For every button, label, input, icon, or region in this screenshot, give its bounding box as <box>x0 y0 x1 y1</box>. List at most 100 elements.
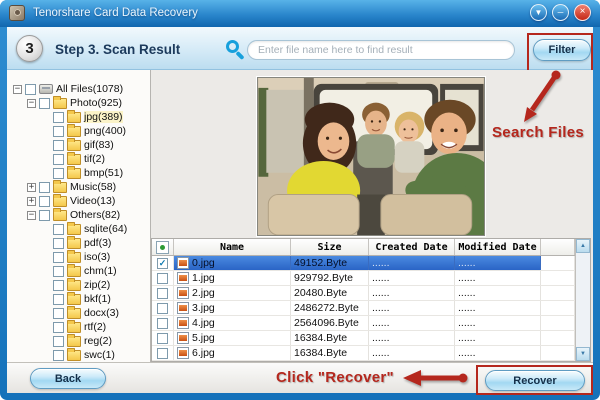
window-title: Tenorshare Card Data Recovery <box>33 0 198 26</box>
minimize-button[interactable]: ─ <box>552 4 569 21</box>
tree-item-iso[interactable]: iso(3) <box>7 250 150 264</box>
content-area: − All Files(1078) − Photo(925) jpg(389) … <box>7 70 593 362</box>
row-checkbox[interactable] <box>157 348 168 359</box>
tree-item-label: All Files(1078) <box>56 83 123 95</box>
table-row[interactable]: 6.jpg 16384.Byte ...... ...... <box>152 346 575 361</box>
tree-item-reg[interactable]: reg(2) <box>7 334 150 348</box>
expander-icon[interactable]: − <box>13 85 22 94</box>
table-row[interactable]: 3.jpg 2486272.Byte ...... ...... <box>152 301 575 316</box>
tree-checkbox[interactable] <box>53 126 64 137</box>
folder-icon <box>53 98 67 109</box>
column-header-name[interactable]: Name <box>174 239 291 255</box>
tree-item-tif[interactable]: tif(2) <box>7 152 150 166</box>
expander-icon[interactable]: + <box>27 183 36 192</box>
folder-icon <box>67 168 81 179</box>
tree-item-jpg[interactable]: jpg(389) <box>7 110 150 124</box>
expander-icon[interactable]: − <box>27 99 36 108</box>
image-file-icon <box>177 317 189 329</box>
tree-item-pdf[interactable]: pdf(3) <box>7 236 150 250</box>
tree-checkbox[interactable] <box>53 294 64 305</box>
tree-item-swc[interactable]: swc(1) <box>7 348 150 362</box>
tree-checkbox[interactable] <box>53 140 64 151</box>
row-checkbox[interactable]: ✓ <box>157 258 168 269</box>
tree-item-photo[interactable]: − Photo(925) <box>7 96 150 110</box>
tree-item-sqlite[interactable]: sqlite(64) <box>7 222 150 236</box>
tree-item-video[interactable]: + Video(13) <box>7 194 150 208</box>
image-file-icon <box>177 332 189 344</box>
folder-icon <box>67 224 81 235</box>
table-scrollbar[interactable]: ▲ ▼ <box>575 239 590 361</box>
expander-icon[interactable]: + <box>27 197 36 206</box>
tree-item-label: Video(13) <box>70 195 115 207</box>
tree-checkbox[interactable] <box>53 112 64 123</box>
tree-checkbox[interactable] <box>53 322 64 333</box>
tree-item-music[interactable]: + Music(58) <box>7 180 150 194</box>
tree-checkbox[interactable] <box>25 84 36 95</box>
tree-checkbox[interactable] <box>53 336 64 347</box>
file-name: 0.jpg <box>192 257 215 269</box>
table-row[interactable]: 5.jpg 16384.Byte ...... ...... <box>152 331 575 346</box>
column-header-size[interactable]: Size <box>291 239 369 255</box>
recover-arrow <box>399 367 471 389</box>
select-all-cell[interactable] <box>152 239 174 255</box>
tree-checkbox[interactable] <box>53 252 64 263</box>
created-date: ...... <box>369 286 455 300</box>
tree-item-chm[interactable]: chm(1) <box>7 264 150 278</box>
tree-checkbox[interactable] <box>53 266 64 277</box>
expander-icon[interactable]: − <box>27 211 36 220</box>
tree-checkbox[interactable] <box>39 210 50 221</box>
file-name: 5.jpg <box>192 332 215 344</box>
row-checkbox[interactable] <box>157 303 168 314</box>
tree-item-docx[interactable]: docx(3) <box>7 306 150 320</box>
tree-checkbox[interactable] <box>53 168 64 179</box>
table-row[interactable]: 1.jpg 929792.Byte ...... ...... <box>152 271 575 286</box>
tree-checkbox[interactable] <box>53 154 64 165</box>
modified-date: ...... <box>455 256 541 270</box>
tree-checkbox[interactable] <box>53 308 64 319</box>
tree-item-bkf[interactable]: bkf(1) <box>7 292 150 306</box>
file-size: 16384.Byte <box>291 331 369 345</box>
row-checkbox[interactable] <box>157 318 168 329</box>
tree-checkbox[interactable] <box>53 280 64 291</box>
tree-item-label: bkf(1) <box>84 293 111 305</box>
tree-checkbox[interactable] <box>39 196 50 207</box>
tree-item-rtf[interactable]: rtf(2) <box>7 320 150 334</box>
menu-chevron-button[interactable]: ▼ <box>530 4 547 21</box>
table-row[interactable]: 4.jpg 2564096.Byte ...... ...... <box>152 316 575 331</box>
step-title: Step 3. Scan Result <box>55 42 180 57</box>
tree-item-all-files[interactable]: − All Files(1078) <box>7 82 150 96</box>
scroll-up-button[interactable]: ▲ <box>576 239 590 253</box>
recover-button[interactable]: Recover <box>485 370 585 391</box>
scroll-down-button[interactable]: ▼ <box>576 347 590 361</box>
file-tree: − All Files(1078) − Photo(925) jpg(389) … <box>7 70 151 362</box>
tree-checkbox[interactable] <box>39 98 50 109</box>
table-row[interactable]: ✓ 0.jpg 49152.Byte ...... ...... <box>152 256 575 271</box>
column-header-created[interactable]: Created Date <box>369 239 455 255</box>
column-header-modified[interactable]: Modified Date <box>455 239 541 255</box>
row-checkbox[interactable] <box>157 273 168 284</box>
row-checkbox[interactable] <box>157 333 168 344</box>
tree-checkbox[interactable] <box>53 350 64 361</box>
row-checkbox[interactable] <box>157 288 168 299</box>
tree-item-png[interactable]: png(400) <box>7 124 150 138</box>
tree-checkbox[interactable] <box>53 238 64 249</box>
tree-checkbox[interactable] <box>39 182 50 193</box>
folder-icon <box>67 322 81 333</box>
search-input[interactable] <box>247 40 515 60</box>
tree-item-bmp[interactable]: bmp(51) <box>7 166 150 180</box>
row-filler <box>541 316 575 330</box>
tree-item-others[interactable]: − Others(82) <box>7 208 150 222</box>
table-row[interactable]: 2.jpg 20480.Byte ...... ...... <box>152 286 575 301</box>
tree-item-zip[interactable]: zip(2) <box>7 278 150 292</box>
close-button[interactable]: × <box>574 4 591 21</box>
image-file-icon <box>177 257 189 269</box>
modified-date: ...... <box>455 331 541 345</box>
back-button[interactable]: Back <box>30 368 106 389</box>
app-icon <box>9 5 25 21</box>
folder-icon <box>67 294 81 305</box>
tree-item-gif[interactable]: gif(83) <box>7 138 150 152</box>
tree-item-label: jpg(389) <box>84 111 123 123</box>
tree-checkbox[interactable] <box>53 224 64 235</box>
folder-icon <box>67 154 81 165</box>
folder-icon <box>67 266 81 277</box>
